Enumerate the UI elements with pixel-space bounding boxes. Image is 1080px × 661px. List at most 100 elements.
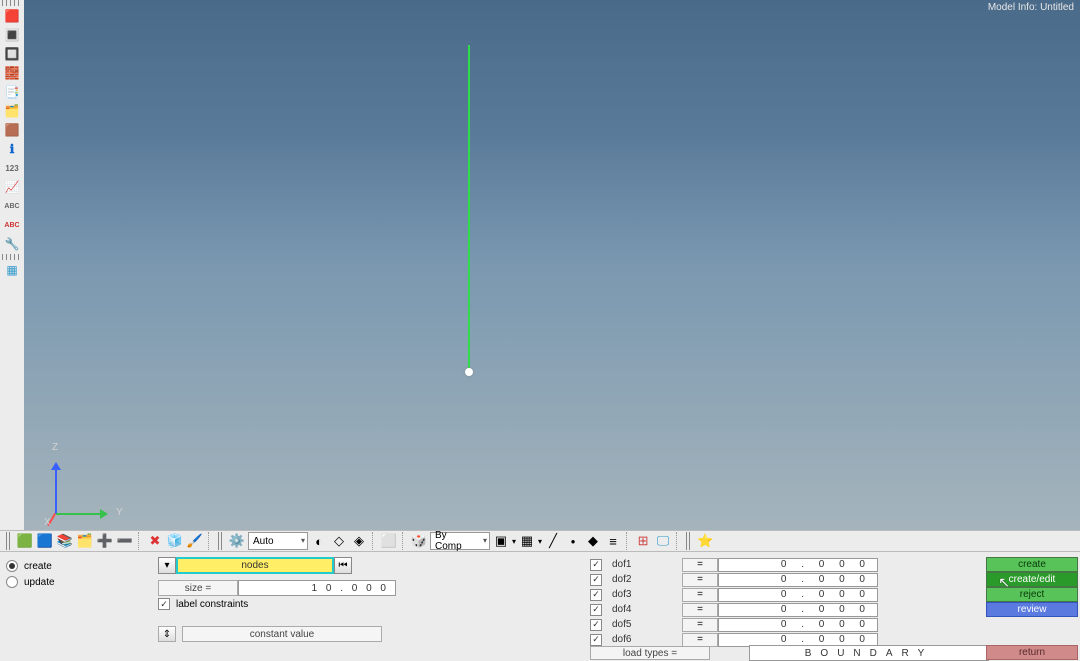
transparent-icon[interactable]: ⬜ bbox=[380, 532, 398, 550]
dof2-input[interactable]: 0 . 0 0 0 bbox=[718, 573, 878, 587]
dof1-input[interactable]: 0 . 0 0 0 bbox=[718, 558, 878, 572]
diamond-icon[interactable]: ◆ bbox=[584, 532, 602, 550]
grip-icon bbox=[2, 0, 22, 6]
tool-text-abc[interactable]: ABC bbox=[2, 197, 22, 215]
gear-icon[interactable]: ⚙️ bbox=[228, 532, 246, 550]
update-radio[interactable] bbox=[6, 576, 18, 588]
dof3-eq-button[interactable]: = bbox=[682, 588, 718, 602]
dof5-input[interactable]: 0 . 0 0 0 bbox=[718, 618, 878, 632]
dof3-checkbox[interactable] bbox=[590, 589, 602, 601]
remove-comp-icon[interactable]: ➖ bbox=[116, 532, 134, 550]
cube3d-icon[interactable]: 🎲 bbox=[410, 532, 428, 550]
viewport[interactable]: Model Info: Untitled Z Y X bbox=[24, 0, 1080, 530]
main-toolbar: 🟩 🟦 📚 🗂️ ➕ ➖ ✖ 🧊 🖌️ ⚙️ Auto ◐ ◇ ◈ ⬜ 🎲 By… bbox=[0, 530, 1080, 552]
dof3-input[interactable]: 0 . 0 0 0 bbox=[718, 588, 878, 602]
axes-triad: Z Y X bbox=[38, 442, 118, 522]
separator-icon bbox=[138, 532, 142, 550]
brush-icon[interactable]: 🖌️ bbox=[186, 532, 204, 550]
cube-blue-icon[interactable]: 🟦 bbox=[36, 532, 54, 550]
grip-icon-2 bbox=[2, 254, 22, 260]
action-buttons: create create/edit reject review bbox=[986, 557, 1078, 617]
nodes-selector-button[interactable]: nodes bbox=[176, 557, 334, 574]
dof2-label: dof2 bbox=[612, 574, 682, 585]
bycomp-dropdown[interactable]: By Comp bbox=[430, 532, 490, 550]
load-types-button[interactable]: load types = bbox=[590, 646, 710, 660]
tool-numbers-icon[interactable]: 123 bbox=[2, 159, 22, 177]
selection-block: ▾ nodes ⏮ size = 1 0 . 0 0 0 label const… bbox=[158, 557, 396, 642]
label-constraints-label: label constraints bbox=[176, 599, 248, 610]
dof6-eq-button[interactable]: = bbox=[682, 633, 718, 647]
dof5-checkbox[interactable] bbox=[590, 619, 602, 631]
model-info-label: Model Info: Untitled bbox=[988, 2, 1074, 13]
tool-layers-5[interactable]: 📑 bbox=[2, 83, 22, 101]
separator-icon bbox=[208, 532, 212, 550]
selector-reset-button[interactable]: ⏮ bbox=[334, 557, 352, 574]
wire-icon[interactable]: ◇ bbox=[330, 532, 348, 550]
dof1-label: dof1 bbox=[612, 559, 682, 570]
dof6-checkbox[interactable] bbox=[590, 634, 602, 646]
reject-button[interactable]: reject bbox=[986, 587, 1078, 602]
dof6-label: dof6 bbox=[612, 634, 682, 645]
z-label: Z bbox=[52, 442, 58, 453]
tool-red-1[interactable]: 🟥 bbox=[2, 7, 22, 25]
dof4-checkbox[interactable] bbox=[590, 604, 602, 616]
tool-mesh-icon[interactable]: ▦ bbox=[2, 261, 22, 279]
create-button[interactable]: create bbox=[986, 557, 1078, 572]
selector-switch-button[interactable]: ▾ bbox=[158, 557, 176, 574]
line-icon[interactable]: ╱ bbox=[544, 532, 562, 550]
mesh-cube-icon[interactable]: 🧊 bbox=[166, 532, 184, 550]
mesh-cube2-icon[interactable]: ▦ bbox=[518, 532, 536, 550]
model-node-element bbox=[465, 368, 473, 376]
tool-cube-7[interactable]: 🟫 bbox=[2, 121, 22, 139]
separator-icon bbox=[372, 532, 376, 550]
size-input[interactable]: 1 0 . 0 0 0 bbox=[238, 580, 396, 596]
create-edit-button[interactable]: create/edit bbox=[986, 572, 1078, 587]
size-label[interactable]: size = bbox=[158, 580, 238, 596]
dof5-label: dof5 bbox=[612, 619, 682, 630]
dof4-eq-button[interactable]: = bbox=[682, 603, 718, 617]
star-icon[interactable]: ⭐ bbox=[696, 532, 714, 550]
tool-misc[interactable]: 🔧 bbox=[2, 235, 22, 253]
dof1-eq-button[interactable]: = bbox=[682, 558, 718, 572]
constant-value-button[interactable]: constant value bbox=[182, 626, 382, 642]
tool-text-abc-red[interactable]: ABC bbox=[2, 216, 22, 234]
dof5-eq-button[interactable]: = bbox=[682, 618, 718, 632]
tool-grid-3[interactable]: 🔲 bbox=[2, 45, 22, 63]
dof-group: dof1=0 . 0 0 0 dof2=0 . 0 0 0 dof3=0 . 0… bbox=[590, 557, 878, 647]
tool-stack-6[interactable]: 🗂️ bbox=[2, 102, 22, 120]
tool-chart-icon[interactable]: 📈 bbox=[2, 178, 22, 196]
monitor-icon[interactable]: 🖵 bbox=[654, 532, 672, 550]
add-comp-icon[interactable]: ➕ bbox=[96, 532, 114, 550]
dof2-checkbox[interactable] bbox=[590, 574, 602, 586]
return-button[interactable]: return bbox=[986, 645, 1078, 660]
load-types-row: load types = bbox=[590, 646, 710, 660]
auto-dropdown[interactable]: Auto bbox=[248, 532, 308, 550]
delete-icon[interactable]: ✖ bbox=[146, 532, 164, 550]
stack-icon[interactable]: 📚 bbox=[56, 532, 74, 550]
tool-comp-4[interactable]: 🧱 bbox=[2, 64, 22, 82]
dof3-label: dof3 bbox=[612, 589, 682, 600]
layers-icon[interactable]: ≡ bbox=[604, 532, 622, 550]
grip-icon bbox=[6, 532, 12, 550]
overlap-icon[interactable]: 🗂️ bbox=[76, 532, 94, 550]
create-radio[interactable] bbox=[6, 560, 18, 572]
hidden-icon[interactable]: ◈ bbox=[350, 532, 368, 550]
grip-icon bbox=[218, 532, 224, 550]
render-cube-icon[interactable]: ▣ bbox=[492, 532, 510, 550]
tool-info-icon[interactable]: ℹ bbox=[2, 140, 22, 158]
model-line-element bbox=[468, 45, 470, 373]
grip-icon bbox=[686, 532, 692, 550]
label-constraints-checkbox[interactable] bbox=[158, 598, 170, 610]
grid4-icon[interactable]: ⊞ bbox=[634, 532, 652, 550]
tool-grid-2[interactable]: 🔳 bbox=[2, 26, 22, 44]
separator-icon bbox=[402, 532, 406, 550]
load-types-value[interactable]: BOUNDARY bbox=[749, 645, 989, 661]
dof4-input[interactable]: 0 . 0 0 0 bbox=[718, 603, 878, 617]
dof1-checkbox[interactable] bbox=[590, 559, 602, 571]
value-type-switch[interactable]: ⇕ bbox=[158, 626, 176, 642]
dof2-eq-button[interactable]: = bbox=[682, 573, 718, 587]
dot-icon[interactable]: • bbox=[564, 532, 582, 550]
shade-icon[interactable]: ◐ bbox=[310, 532, 328, 550]
review-button[interactable]: review bbox=[986, 602, 1078, 617]
cube-green-icon[interactable]: 🟩 bbox=[16, 532, 34, 550]
